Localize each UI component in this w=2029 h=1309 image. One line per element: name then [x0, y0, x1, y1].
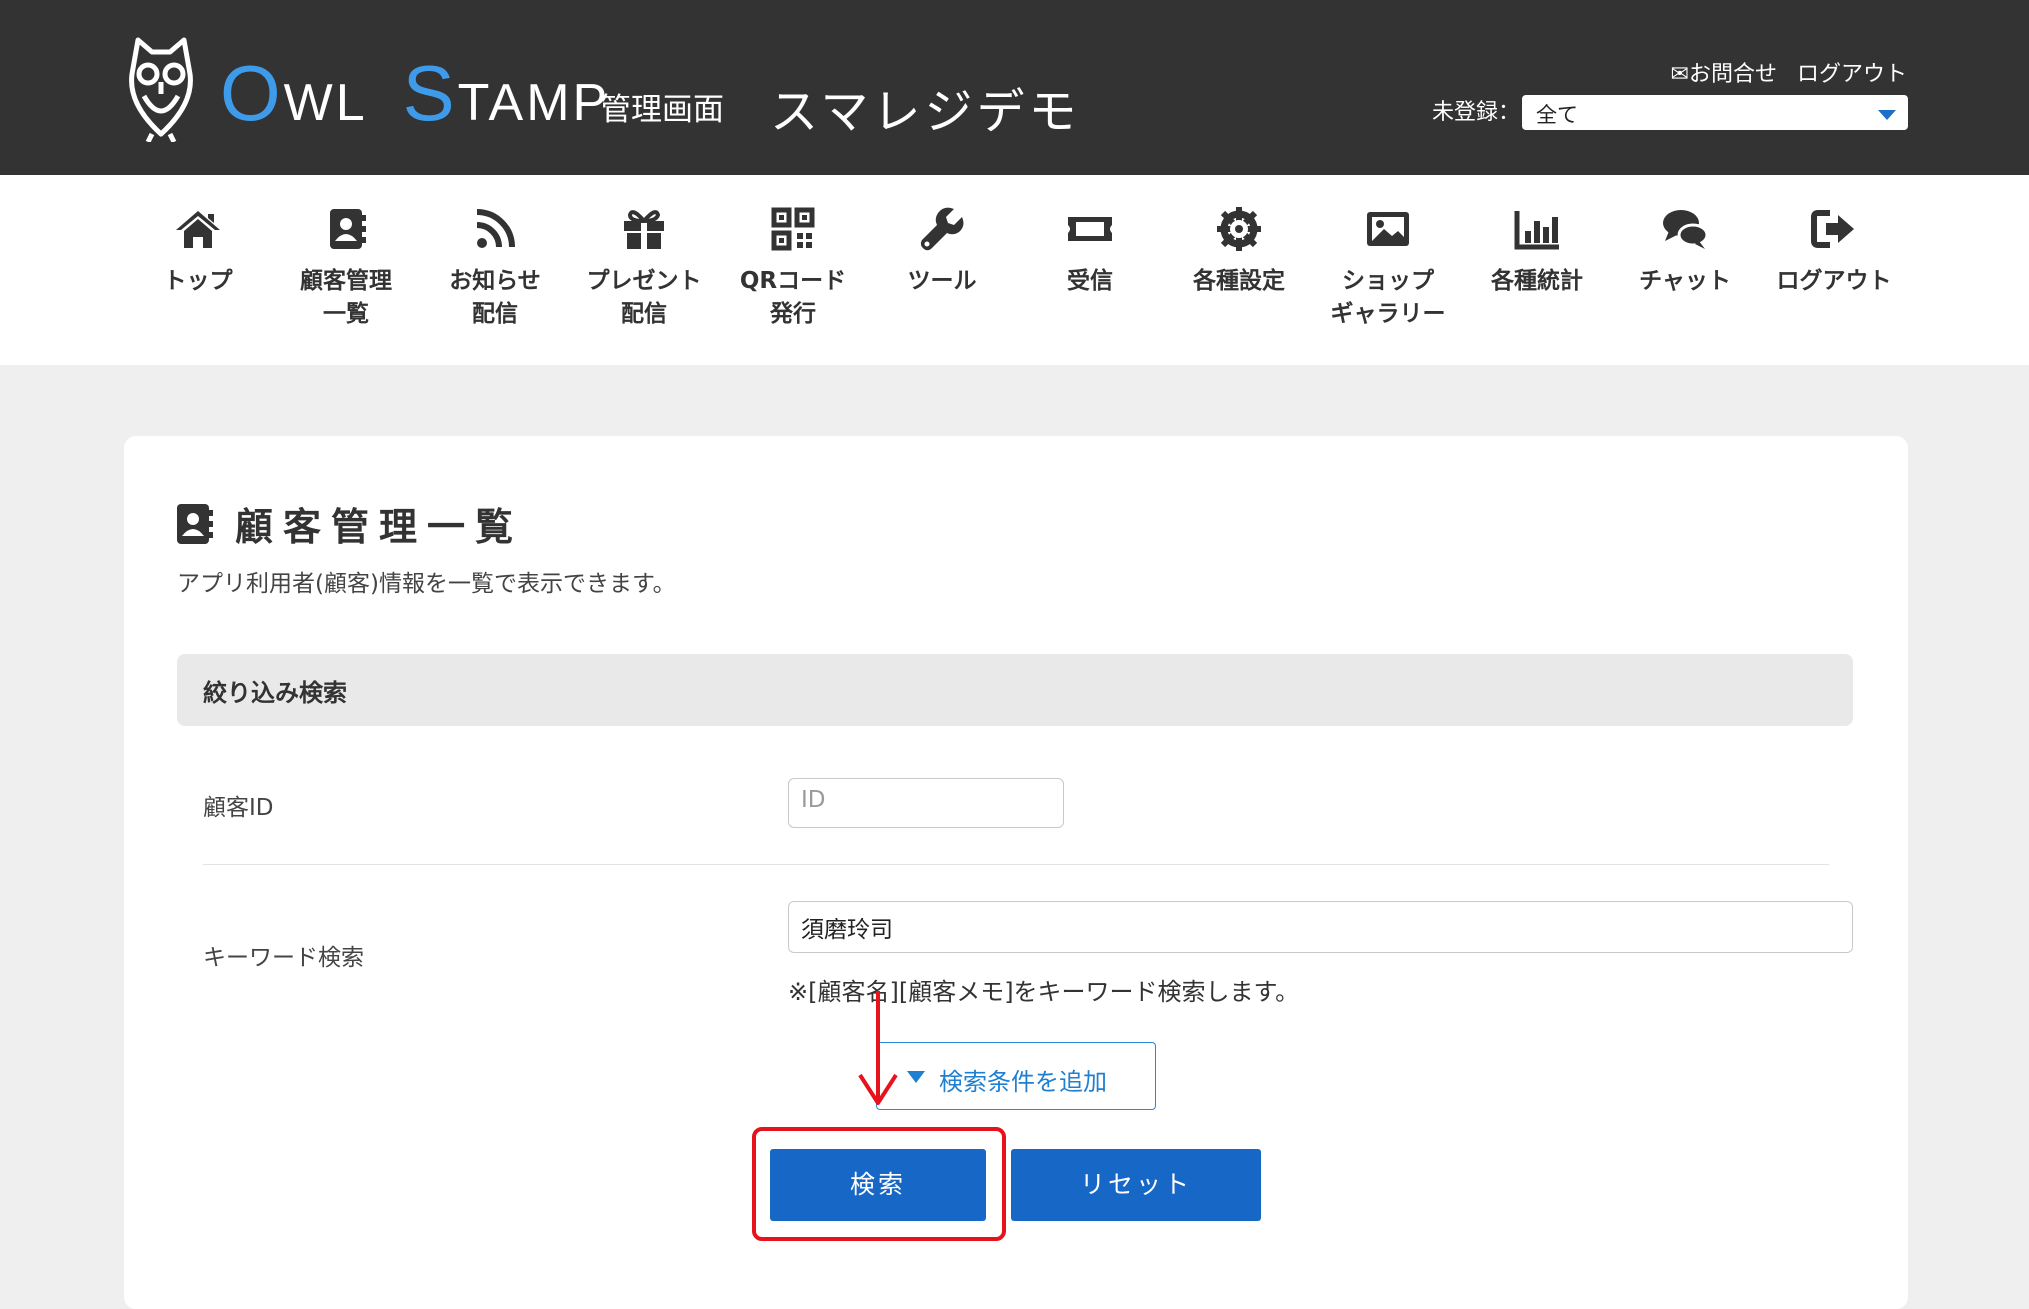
- app-header: OWL STAMP 管理画面 スマレジデモ ✉お問合せ ログアウト 未登録： 全…: [0, 0, 2029, 175]
- nav-item-top[interactable]: トップ: [124, 205, 272, 298]
- divider: [203, 864, 1829, 865]
- nav-item-label: 受信: [1067, 268, 1113, 294]
- wrench-icon: [920, 207, 964, 251]
- logo-wordmark: OWL STAMP: [220, 49, 611, 137]
- filter-section-title: 絞り込み検索: [177, 654, 1853, 726]
- nav-item-settings[interactable]: 各種設定: [1165, 205, 1313, 298]
- unregistered-select[interactable]: 全て: [1522, 95, 1908, 130]
- unregistered-select-value: 全て: [1536, 103, 1578, 127]
- keyword-label: キーワード検索: [203, 945, 364, 971]
- cog-icon: [1217, 207, 1261, 251]
- nav-item-gallery[interactable]: ショップ ギャラリー: [1314, 205, 1462, 331]
- admin-label: 管理画面: [600, 92, 724, 128]
- address-book-icon: [330, 209, 366, 249]
- bar-chart-icon: [1514, 211, 1559, 250]
- page-title: 顧客管理一覧: [177, 496, 523, 551]
- nav-item-label: チャット: [1639, 268, 1731, 294]
- comments-icon: [1663, 210, 1709, 249]
- address-book-icon: [177, 503, 213, 544]
- nav-item-logout[interactable]: ログアウト: [1760, 205, 1908, 298]
- add-search-condition-button[interactable]: 検索条件を追加: [876, 1042, 1156, 1110]
- nav-item-label: 顧客管理 一覧: [300, 268, 392, 327]
- owl-logo-icon: [129, 37, 193, 142]
- customer-id-label: 顧客ID: [203, 795, 274, 821]
- shop-name: スマレジデモ: [770, 84, 1081, 140]
- customer-id-input[interactable]: ID: [788, 778, 1064, 828]
- nav-item-label: ショップ ギャラリー: [1330, 268, 1446, 327]
- triangle-down-icon: [907, 1071, 925, 1083]
- unregistered-label: 未登録：: [1432, 100, 1521, 125]
- nav-item-label: トップ: [163, 268, 233, 294]
- qrcode-icon: [771, 207, 815, 251]
- arrow-down-icon: [858, 991, 898, 1105]
- nav-item-chat[interactable]: チャット: [1611, 205, 1759, 298]
- keyword-input[interactable]: 須磨玲司: [788, 901, 1853, 953]
- sign-out-icon: [1811, 210, 1854, 248]
- page-title-text: 顧客管理一覧: [235, 505, 524, 549]
- nav-item-qrcode[interactable]: QRコード 発行: [719, 205, 867, 331]
- nav-item-news[interactable]: お知らせ 配信: [421, 205, 569, 331]
- nav-item-tools[interactable]: ツール: [868, 205, 1016, 298]
- main-nav: トップ 顧客管理 一覧 お知らせ 配信 プレゼント 配信 QRコード 発行 ツー…: [0, 175, 2029, 365]
- chevron-down-icon: [1878, 110, 1896, 120]
- nav-item-label: プレゼント 配信: [586, 268, 702, 327]
- image-icon: [1367, 212, 1409, 246]
- contact-link[interactable]: ✉お問合せ: [1671, 56, 1777, 88]
- add-search-condition-label: 検索条件を追加: [939, 1068, 1107, 1096]
- nav-item-present[interactable]: プレゼント 配信: [570, 205, 718, 331]
- page-description: アプリ利用者(顧客)情報を一覧で表示できます。: [177, 571, 676, 597]
- search-button-highlight: [752, 1127, 1006, 1241]
- home-icon: [176, 211, 220, 248]
- nav-item-label: お知らせ 配信: [449, 268, 541, 327]
- nav-item-customers[interactable]: 顧客管理 一覧: [272, 205, 420, 331]
- nav-item-label: ログアウト: [1776, 268, 1892, 294]
- nav-item-label: 各種統計: [1491, 268, 1583, 294]
- ticket-icon: [1068, 217, 1112, 241]
- rss-icon: [476, 209, 515, 248]
- reset-button[interactable]: リセット: [1011, 1149, 1261, 1221]
- gift-icon: [624, 210, 664, 249]
- nav-item-inbox[interactable]: 受信: [1016, 205, 1164, 298]
- nav-item-label: 各種設定: [1193, 268, 1285, 294]
- nav-item-label: QRコード 発行: [739, 268, 847, 327]
- content-card: 顧客管理一覧 アプリ利用者(顧客)情報を一覧で表示できます。 絞り込み検索 顧客…: [124, 436, 1908, 1309]
- header-logout-link[interactable]: ログアウト: [1797, 56, 1907, 88]
- nav-item-stats[interactable]: 各種統計: [1463, 205, 1611, 298]
- nav-item-label: ツール: [907, 268, 977, 294]
- header-links: ✉お問合せ ログアウト: [1671, 56, 1907, 88]
